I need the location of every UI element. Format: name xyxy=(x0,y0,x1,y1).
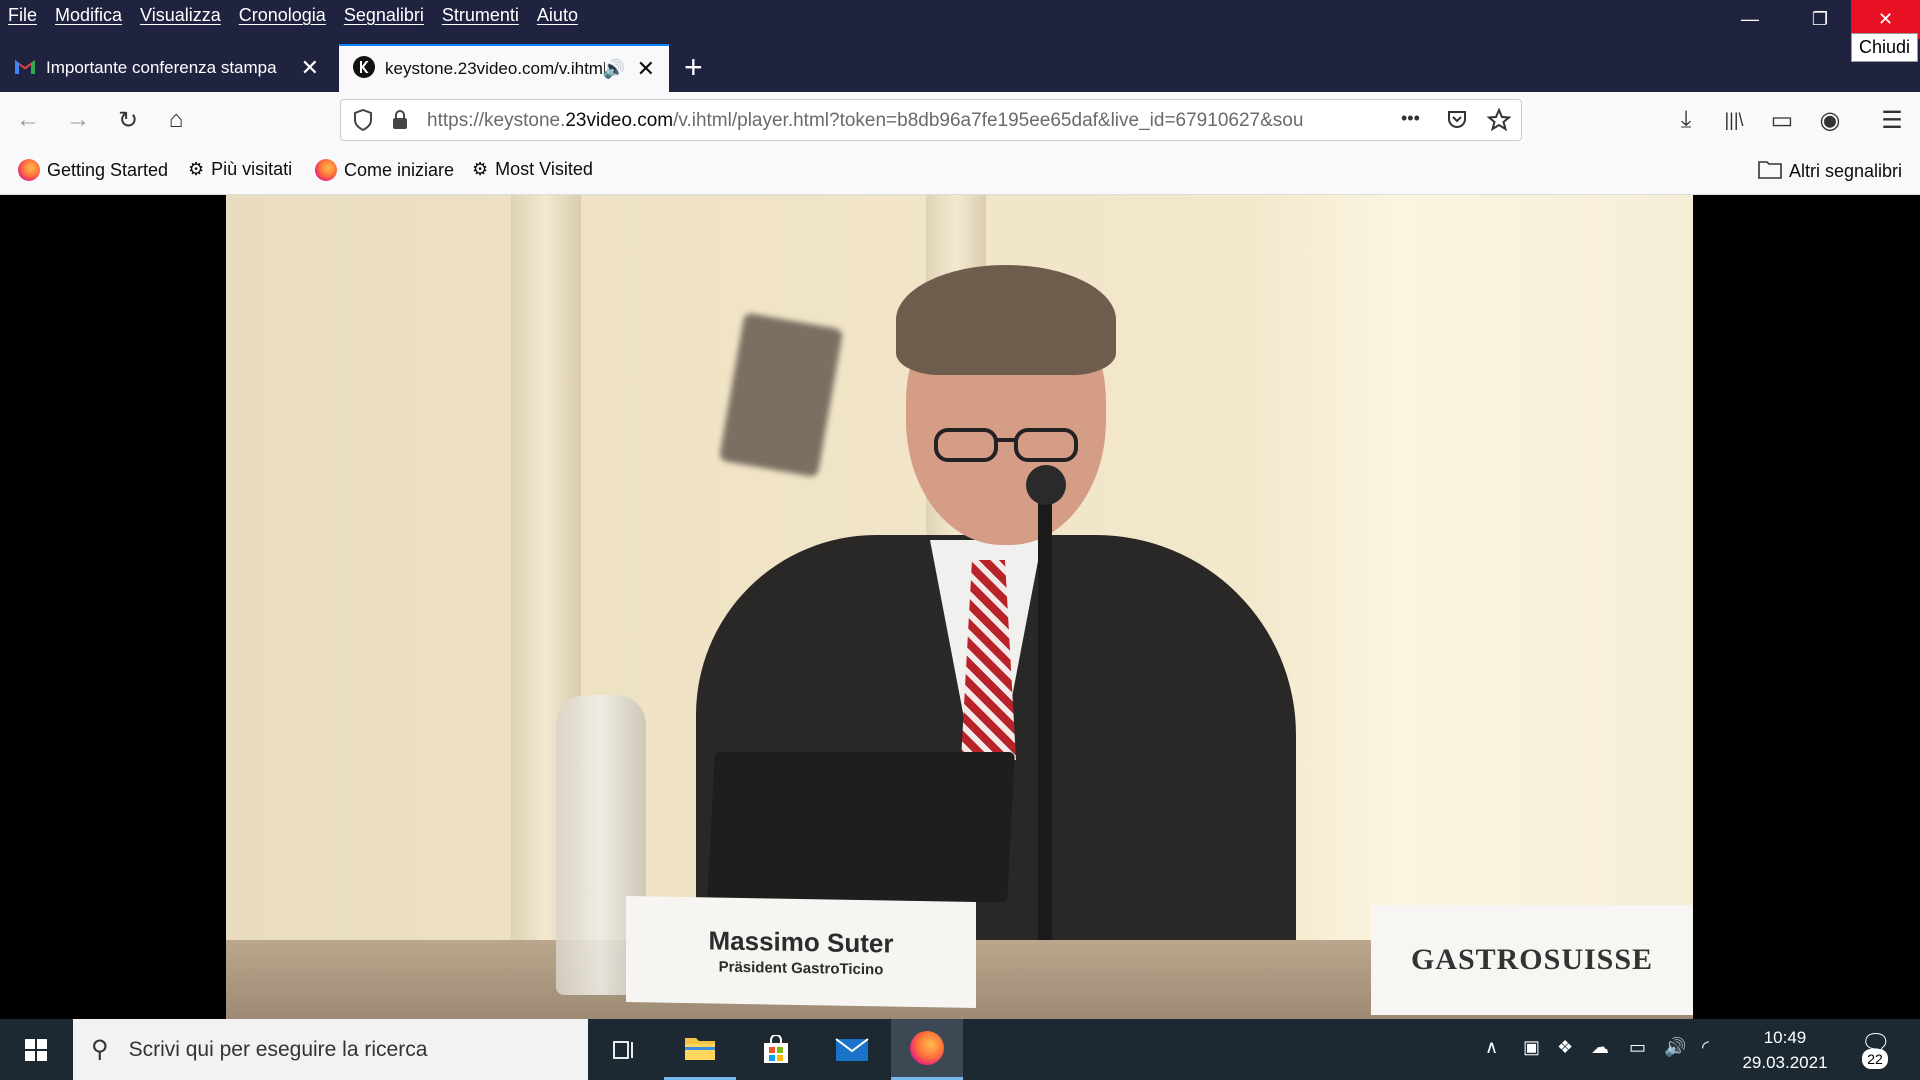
tab-strip: Importante conferenza stampa ✕ keystone.… xyxy=(0,39,1920,92)
bookmark-label: Come iniziare xyxy=(344,159,455,180)
system-clock[interactable]: 10:49 29.03.2021 xyxy=(1735,1025,1835,1075)
laptop xyxy=(707,752,1015,902)
background-lamp xyxy=(718,312,844,478)
other-bookmarks-label: Altri segnalibri xyxy=(1789,161,1903,181)
clock-time: 10:49 xyxy=(1763,1028,1807,1047)
reload-button[interactable]: ↻ xyxy=(110,102,146,138)
menu-visualizza[interactable]: Visualizza xyxy=(140,5,221,26)
speaker-hair xyxy=(896,265,1116,375)
gear-icon: ⚙ xyxy=(472,159,489,179)
menu-segnalibri[interactable]: Segnalibri xyxy=(344,5,424,26)
nameplate-name: Massimo Suter xyxy=(708,925,894,959)
taskbar-search[interactable]: ⚲ Scrivi qui per eseguire la ricerca xyxy=(73,1019,588,1080)
mail-icon[interactable] xyxy=(816,1019,888,1080)
firefox-icon xyxy=(315,159,337,181)
tab-title: keystone.23video.com/v.ihtml xyxy=(385,59,605,78)
notification-count-badge: 22 xyxy=(1862,1049,1888,1069)
bookmark-most-visited[interactable]: ⚙ Most Visited xyxy=(472,159,593,180)
restore-button[interactable]: ❐ xyxy=(1785,0,1855,39)
speaker-nameplate: Massimo Suter Präsident GastroTicino xyxy=(626,895,976,1009)
firefox-icon xyxy=(910,1031,944,1065)
battery-icon[interactable]: ▭ xyxy=(1629,1037,1646,1058)
microphone-stand xyxy=(1038,475,1052,985)
tab-close-icon[interactable]: ✕ xyxy=(637,56,655,82)
library-icon[interactable]: |||\ xyxy=(1716,102,1752,138)
bookmark-getting-started[interactable]: Getting Started xyxy=(18,159,168,181)
show-hidden-icons-chevron-icon[interactable]: ∧ xyxy=(1485,1037,1498,1058)
title-bar: File Modifica Visualizza Cronologia Segn… xyxy=(0,0,1920,39)
tab-keystone[interactable]: keystone.23video.com/v.ihtml 🔊 ✕ xyxy=(339,44,669,92)
bookmark-label: Più visitati xyxy=(211,159,293,179)
firefox-icon xyxy=(18,159,40,181)
forward-button[interactable]: → xyxy=(60,102,96,138)
page-actions-button[interactable]: ••• xyxy=(1401,108,1420,129)
bookmark-come-iniziare[interactable]: Come iniziare xyxy=(315,159,454,181)
download-icon[interactable]: ⤓ xyxy=(1668,102,1704,138)
video-player[interactable]: Massimo Suter Präsident GastroTicino GAS… xyxy=(226,195,1693,1019)
gear-icon: ⚙ xyxy=(188,159,205,179)
keystone-favicon-icon xyxy=(353,55,375,83)
menu-modifica[interactable]: Modifica xyxy=(55,5,122,26)
back-button[interactable]: ← xyxy=(10,102,46,138)
task-view-icon[interactable] xyxy=(588,1019,660,1080)
new-tab-button[interactable]: + xyxy=(684,49,703,86)
microphone-head xyxy=(1026,465,1066,505)
search-placeholder: Scrivi qui per eseguire la ricerca xyxy=(128,1037,428,1061)
account-icon[interactable]: ◉ xyxy=(1812,102,1848,138)
start-button[interactable] xyxy=(0,1019,72,1080)
search-icon: ⚲ xyxy=(91,1036,109,1063)
menu-bar: File Modifica Visualizza Cronologia Segn… xyxy=(0,0,596,30)
lock-icon[interactable] xyxy=(391,109,409,136)
microsoft-store-icon[interactable] xyxy=(740,1019,812,1080)
meet-now-icon[interactable]: ▣ xyxy=(1523,1037,1540,1058)
bookmarks-toolbar: Getting Started ⚙ Più visitati Come iniz… xyxy=(0,147,1920,195)
volume-icon[interactable]: 🔊 xyxy=(1664,1037,1686,1058)
other-bookmarks[interactable]: Altri segnalibri xyxy=(1758,159,1902,184)
url-text[interactable]: https://keystone.23video.com/v.ihtml/pla… xyxy=(427,110,1395,132)
tracking-shield-icon[interactable] xyxy=(353,108,373,136)
clock-date: 29.03.2021 xyxy=(1742,1053,1828,1072)
nameplate-role: Präsident GastroTicino xyxy=(718,958,884,979)
menu-file[interactable]: File xyxy=(8,5,37,26)
gmail-icon xyxy=(14,57,36,80)
folder-icon xyxy=(1758,159,1782,184)
bookmark-piu-visitati[interactable]: ⚙ Più visitati xyxy=(188,159,292,180)
url-bar[interactable]: https://keystone.23video.com/v.ihtml/pla… xyxy=(340,99,1522,141)
sidebar-icon[interactable]: ▭ xyxy=(1764,102,1800,138)
menu-hamburger-icon[interactable]: ☰ xyxy=(1874,102,1910,138)
bookmark-label: Most Visited xyxy=(495,159,593,179)
speaker-glasses xyxy=(934,428,1078,462)
tab-title: Importante conferenza stampa xyxy=(46,58,277,77)
speaker-icon[interactable]: 🔊 xyxy=(603,59,625,80)
wifi-icon[interactable]: ◜ xyxy=(1702,1037,1709,1058)
minimize-button[interactable]: — xyxy=(1715,0,1785,39)
menu-cronologia[interactable]: Cronologia xyxy=(239,5,326,26)
navigation-toolbar: ← → ↻ ⌂ https://keystone.23video.com/v.i… xyxy=(0,92,1920,147)
home-button[interactable]: ⌂ xyxy=(158,102,194,138)
onedrive-cloud-icon[interactable]: ☁ xyxy=(1591,1037,1609,1058)
gastrosuisse-logo: GASTROSUISSE xyxy=(1410,943,1654,976)
page-content: Massimo Suter Präsident GastroTicino GAS… xyxy=(0,195,1920,1019)
firefox-taskbar-icon[interactable] xyxy=(891,1019,963,1080)
windows-taskbar: ⚲ Scrivi qui per eseguire la ricerca ∧ ▣… xyxy=(0,1019,1920,1080)
dropbox-icon[interactable]: ❖ xyxy=(1557,1037,1573,1058)
bookmark-label: Getting Started xyxy=(47,159,169,180)
pocket-icon[interactable] xyxy=(1446,109,1468,136)
close-tooltip: Chiudi xyxy=(1851,33,1918,62)
logo-plate: GASTROSUISSE xyxy=(1371,905,1693,1015)
file-explorer-icon[interactable] xyxy=(664,1019,736,1080)
bookmark-star-icon[interactable] xyxy=(1486,107,1512,137)
tab-gmail[interactable]: Importante conferenza stampa ✕ xyxy=(0,44,333,92)
tab-close-icon[interactable]: ✕ xyxy=(301,55,319,81)
windows-logo-icon xyxy=(25,1038,47,1061)
menu-aiuto[interactable]: Aiuto xyxy=(537,5,578,26)
menu-strumenti[interactable]: Strumenti xyxy=(442,5,519,26)
